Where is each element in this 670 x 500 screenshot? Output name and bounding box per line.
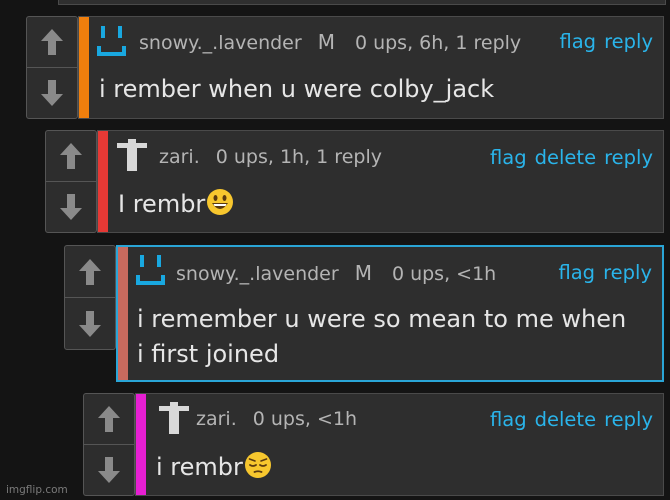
shirt-icon[interactable] <box>156 402 192 436</box>
reply-link[interactable]: reply <box>604 408 653 431</box>
role-badge: M <box>354 261 372 285</box>
downvote-button[interactable] <box>84 444 134 495</box>
downvote-button[interactable] <box>27 67 77 118</box>
username[interactable]: snowy._.lavender <box>176 263 339 285</box>
comment-text-content: i rembr <box>156 453 243 481</box>
vote-box <box>26 16 78 119</box>
comment-text: i remember u were so mean to me when i f… <box>137 302 626 372</box>
comment-meta: 0 ups, <1h <box>391 263 497 285</box>
pensive-face-emoji <box>244 452 271 478</box>
reply-link[interactable]: reply <box>603 261 652 284</box>
comment-body: snowy._.lavender M 0 ups, 6h, 1 reply fl… <box>78 16 664 119</box>
grinning-face-emoji <box>207 189 234 215</box>
comment-text-line: i first joined <box>137 340 280 368</box>
comment-meta: 0 ups, 6h, 1 reply <box>354 32 522 54</box>
flag-link[interactable]: flag <box>490 408 527 431</box>
comment-2: zari. 0 ups, 1h, 1 reply flag delete rep… <box>45 130 664 233</box>
comment-body: zari. 0 ups, <1h flag delete reply i rem… <box>135 393 664 496</box>
depth-bar <box>98 131 108 232</box>
flag-link[interactable]: flag <box>559 30 596 53</box>
username[interactable]: snowy._.lavender <box>139 32 302 54</box>
comment-text: i rembr <box>156 450 272 485</box>
arrow-down-icon <box>79 310 101 337</box>
vote-box <box>64 245 116 350</box>
watermark: imgflip.com <box>6 484 68 496</box>
delete-link[interactable]: delete <box>535 408 596 431</box>
comment-4: zari. 0 ups, <1h flag delete reply i rem… <box>83 393 664 496</box>
upvote-button[interactable] <box>46 131 96 181</box>
arrow-up-icon <box>60 143 82 169</box>
depth-bar <box>118 247 128 380</box>
arrow-up-icon <box>79 258 101 285</box>
shirt-icon[interactable] <box>114 139 150 173</box>
arrow-up-icon <box>98 406 120 432</box>
comment-body: snowy._.lavender M 0 ups, <1h flag reply… <box>116 245 664 382</box>
reply-link[interactable]: reply <box>604 146 653 169</box>
vote-box <box>83 393 135 496</box>
comment-text: I rembr <box>118 187 234 222</box>
depth-bar <box>136 394 146 495</box>
upvote-button[interactable] <box>27 17 77 67</box>
downvote-button[interactable] <box>65 297 115 349</box>
comment-text-line: i remember u were so mean to me when <box>137 305 627 333</box>
comment-body: zari. 0 ups, 1h, 1 reply flag delete rep… <box>97 130 664 233</box>
arrow-up-icon <box>41 29 63 55</box>
upvote-button[interactable] <box>84 394 134 444</box>
arrow-down-icon <box>98 457 120 483</box>
vote-box <box>45 130 97 233</box>
username[interactable]: zari. <box>159 146 200 168</box>
comment-text: i rember when u were colby_jack <box>99 75 495 103</box>
flag-link[interactable]: flag <box>558 261 595 284</box>
reply-link[interactable]: reply <box>604 30 653 53</box>
downvote-button[interactable] <box>46 181 96 232</box>
upvote-button[interactable] <box>65 246 115 297</box>
delete-link[interactable]: delete <box>535 146 596 169</box>
comment-meta: 0 ups, 1h, 1 reply <box>215 146 382 168</box>
username[interactable]: zari. <box>196 408 237 430</box>
previous-comment-edge <box>58 0 666 5</box>
comment-1: snowy._.lavender M 0 ups, 6h, 1 reply fl… <box>26 16 664 119</box>
flag-link[interactable]: flag <box>490 146 527 169</box>
smiley-face-icon[interactable] <box>134 253 168 287</box>
comment-3: snowy._.lavender M 0 ups, <1h flag reply… <box>64 245 664 382</box>
arrow-down-icon <box>60 194 82 220</box>
smiley-face-icon[interactable] <box>95 24 129 58</box>
arrow-down-icon <box>41 80 63 106</box>
role-badge: M <box>317 30 335 54</box>
depth-bar <box>79 17 89 118</box>
comment-text-content: I rembr <box>118 190 206 218</box>
comment-meta: 0 ups, <1h <box>252 408 358 430</box>
